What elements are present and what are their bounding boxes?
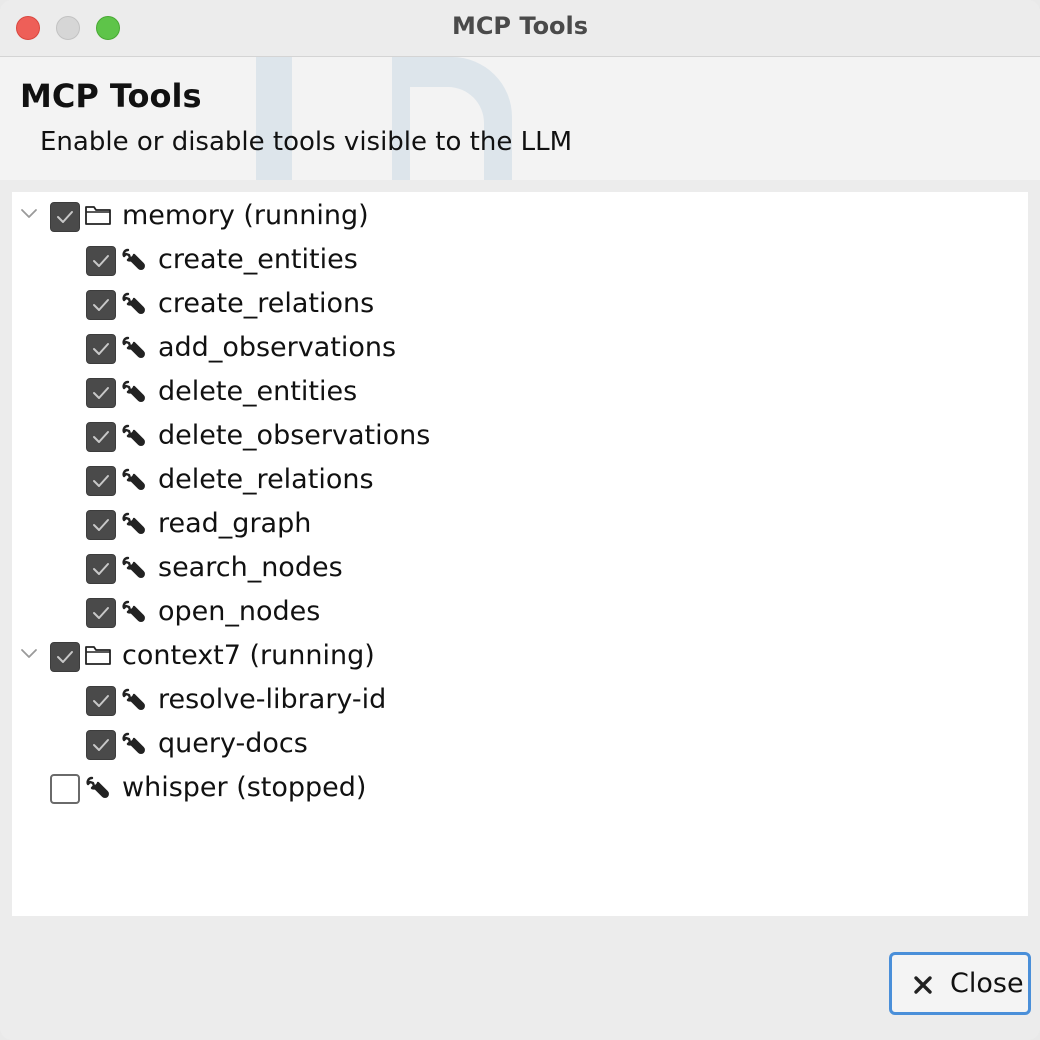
header-banner: MCP Tools Enable or disable tools visibl… [0,57,1040,180]
wrench-icon [120,247,148,275]
chevron-down-icon[interactable] [20,206,37,220]
title-bar: MCP Tools [0,0,1040,57]
tree-server-row[interactable]: memory (running) [12,194,1028,238]
watermark-logo [256,57,292,180]
tool-label: read_graph [158,508,312,539]
tool-checkbox[interactable] [86,554,116,584]
tree-tool-row[interactable]: delete_relations [12,458,1028,502]
banner-subtitle: Enable or disable tools visible to the L… [40,127,572,157]
server-checkbox[interactable] [50,774,80,804]
tree-tool-row[interactable]: add_observations [12,326,1028,370]
wrench-icon [120,291,148,319]
window-title: MCP Tools [451,12,589,40]
tools-tree[interactable]: memory (running) create_entities create_re… [12,192,1028,916]
tool-checkbox[interactable] [86,290,116,320]
tool-label: delete_entities [158,376,358,407]
tool-label: query-docs [158,728,308,759]
server-label: memory (running) [122,200,369,231]
wrench-icon [120,599,148,627]
tool-checkbox[interactable] [86,686,116,716]
tool-checkbox[interactable] [86,466,116,496]
wrench-icon [120,687,148,715]
tree-tool-row[interactable]: search_nodes [12,546,1028,590]
tree-tool-row[interactable]: delete_entities [12,370,1028,414]
tree-server-row[interactable]: context7 (running) [12,634,1028,678]
chevron-down-icon[interactable] [20,646,37,660]
tool-checkbox[interactable] [86,378,116,408]
folder-icon [84,203,112,231]
server-label: context7 (running) [122,640,375,671]
tree-server-row[interactable]: whisper (stopped) [12,766,1028,810]
tool-checkbox[interactable] [86,598,116,628]
close-button-label: Close [950,968,1024,999]
tree-tool-row[interactable]: query-docs [12,722,1028,766]
tree-tool-row[interactable]: create_entities [12,238,1028,282]
close-button[interactable]: Close [889,952,1031,1015]
wrench-icon [120,511,148,539]
banner-title: MCP Tools [20,77,202,115]
wrench-icon [120,467,148,495]
server-checkbox[interactable] [50,202,80,232]
tool-label: resolve-library-id [158,684,387,715]
tool-checkbox[interactable] [86,334,116,364]
tool-checkbox[interactable] [86,422,116,452]
tree-tool-row[interactable]: resolve-library-id [12,678,1028,722]
tree-tool-row[interactable]: delete_observations [12,414,1028,458]
wrench-icon [120,335,148,363]
close-x-icon [914,976,932,994]
tool-label: create_entities [158,244,358,275]
tree-tool-row[interactable]: read_graph [12,502,1028,546]
tool-label: search_nodes [158,552,343,583]
tool-label: delete_relations [158,464,374,495]
tool-label: create_relations [158,288,375,319]
server-label: whisper (stopped) [122,772,367,803]
wrench-icon [120,423,148,451]
tool-checkbox[interactable] [86,510,116,540]
tool-label: open_nodes [158,596,321,627]
folder-icon [84,643,112,671]
tool-checkbox[interactable] [86,246,116,276]
tool-checkbox[interactable] [86,730,116,760]
tool-label: add_observations [158,332,397,363]
tool-label: delete_observations [158,420,431,451]
tree-tool-row[interactable]: open_nodes [12,590,1028,634]
wrench-icon [120,379,148,407]
server-checkbox[interactable] [50,642,80,672]
wrench-icon [120,555,148,583]
wrench-icon [120,731,148,759]
wrench-icon [84,775,112,803]
mcp-tools-window: MCP Tools MCP Tools Enable or disable to… [0,0,1040,1040]
tree-tool-row[interactable]: create_relations [12,282,1028,326]
